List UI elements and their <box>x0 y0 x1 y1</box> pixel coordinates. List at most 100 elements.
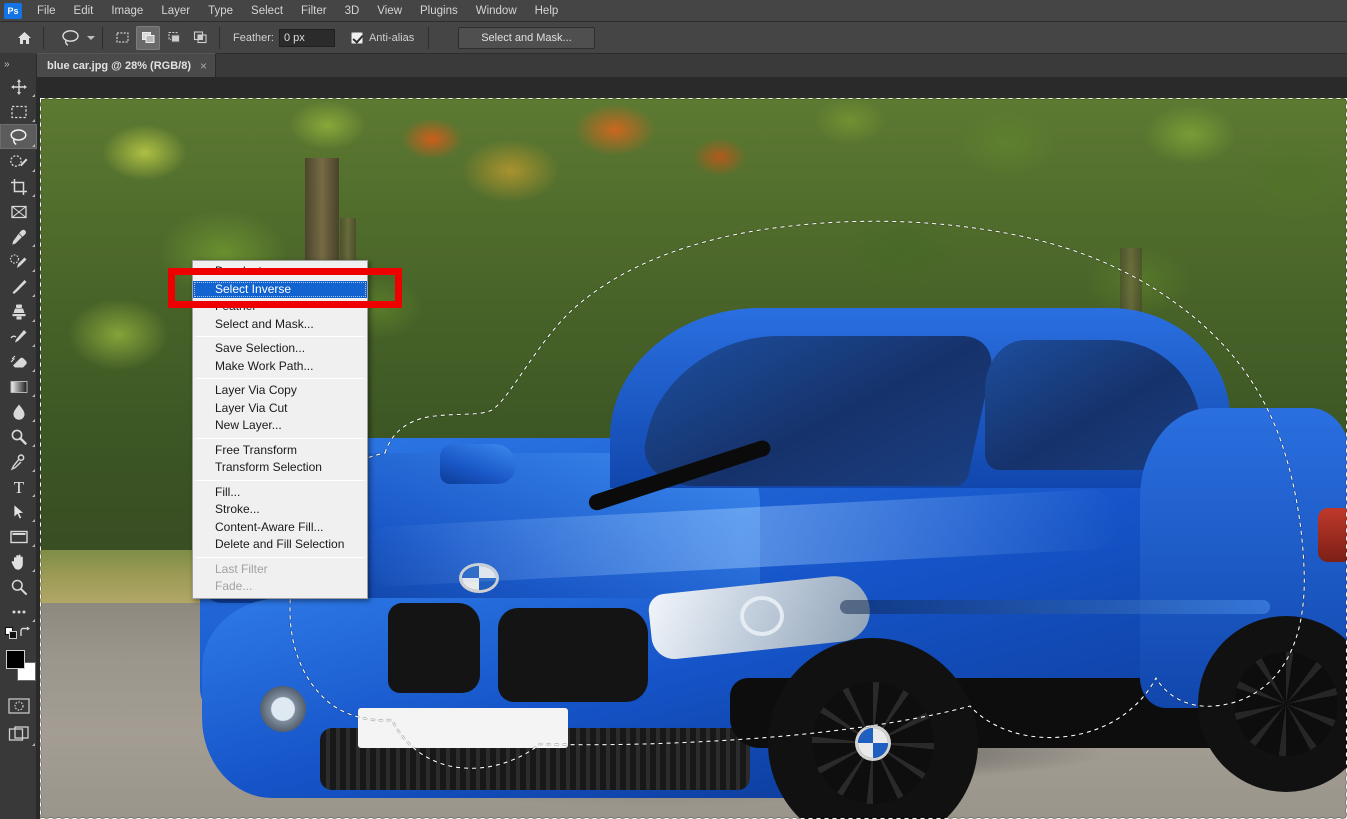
clone-stamp-tool[interactable] <box>0 299 37 324</box>
intersect-with-selection-button[interactable] <box>188 26 212 50</box>
car-tail-light <box>1318 508 1347 562</box>
frame-tool[interactable] <box>0 199 37 224</box>
context-menu-item-save-selection[interactable]: Save Selection... <box>193 340 367 358</box>
menu-item-window[interactable]: Window <box>467 0 526 22</box>
zoom-tool[interactable] <box>0 574 37 599</box>
tool-expand-triangle <box>32 94 35 97</box>
menu-item-view[interactable]: View <box>368 0 411 22</box>
options-divider-3 <box>219 26 220 49</box>
photoshop-logo: Ps <box>4 2 22 19</box>
context-menu-item-content-aware-fill[interactable]: Content-Aware Fill... <box>193 519 367 537</box>
menu-item-select[interactable]: Select <box>242 0 292 22</box>
add-to-selection-button[interactable] <box>136 25 160 50</box>
feather-label: Feather: <box>233 31 274 44</box>
screen-mode-icon[interactable] <box>0 720 37 748</box>
rectangular-marquee-tool[interactable] <box>0 99 37 124</box>
context-menu-item-make-work-path[interactable]: Make Work Path... <box>193 358 367 376</box>
lasso-tool-icon <box>57 26 85 50</box>
hand-tool[interactable] <box>0 549 37 574</box>
context-menu-item-layer-via-copy[interactable]: Layer Via Copy <box>193 382 367 400</box>
context-menu-item-select-and-mask[interactable]: Select and Mask... <box>193 316 367 334</box>
context-menu-item-select-inverse[interactable]: Select Inverse <box>193 280 367 298</box>
expand-toolbar-button[interactable]: » <box>0 54 36 74</box>
brush-tool[interactable] <box>0 274 37 299</box>
gradient-tool[interactable] <box>0 374 37 399</box>
edit-toolbar-button[interactable] <box>0 599 37 624</box>
menu-item-help[interactable]: Help <box>526 0 568 22</box>
context-menu-item-fade: Fade... <box>215 579 253 593</box>
context-menu-item-free-transform[interactable]: Free Transform <box>193 442 367 460</box>
anti-alias-checkbox[interactable]: Anti-alias <box>350 31 414 44</box>
menu-item-image[interactable]: Image <box>102 0 152 22</box>
bmw-roundel-front-wheel <box>858 728 888 758</box>
menu-item-plugins[interactable]: Plugins <box>411 0 467 22</box>
tool-expand-triangle <box>32 244 35 247</box>
car-license-plate <box>358 708 568 748</box>
type-tool[interactable]: T <box>0 474 37 499</box>
history-brush-tool[interactable] <box>0 324 37 349</box>
context-menu-item-transform-selection[interactable]: Transform Selection <box>193 459 367 477</box>
menu-item-file[interactable]: File <box>28 0 65 22</box>
menu-item-type[interactable]: Type <box>199 0 242 22</box>
chevron-down-icon <box>87 35 95 40</box>
context-menu-separator <box>195 378 365 379</box>
car-rear-wheel-spokes <box>1234 652 1338 756</box>
tool-expand-triangle <box>32 419 35 422</box>
menu-item-filter[interactable]: Filter <box>292 0 336 22</box>
subtract-from-selection-button[interactable] <box>162 26 186 50</box>
tool-expand-triangle <box>32 569 35 572</box>
quick-mask-mode-icon[interactable] <box>0 692 37 720</box>
tool-expand-triangle <box>32 144 35 147</box>
context-menu-separator <box>195 556 365 558</box>
selection-mode-group <box>110 25 212 50</box>
context-menu-item-delete-and-fill[interactable]: Delete and Fill Selection <box>193 536 367 554</box>
path-selection-tool[interactable] <box>0 499 37 524</box>
context-menu-item-fill[interactable]: Fill... <box>193 484 367 502</box>
select-and-mask-button[interactable]: Select and Mask... <box>458 26 595 49</box>
tool-expand-triangle <box>32 444 35 447</box>
tool-expand-triangle <box>32 544 35 547</box>
menu-item-layer[interactable]: Layer <box>152 0 199 22</box>
car-side-mirror <box>440 444 516 484</box>
pen-tool[interactable] <box>0 449 37 474</box>
tool-expand-triangle <box>32 194 35 197</box>
document-tab[interactable]: blue car.jpg @ 28% (RGB/8) × <box>37 53 216 77</box>
selection-context-menu[interactable]: Deselect Select Inverse Feather Select a… <box>192 260 368 599</box>
tool-expand-triangle <box>32 519 35 522</box>
home-icon[interactable] <box>12 26 36 50</box>
close-icon[interactable]: × <box>200 60 207 72</box>
checkbox-icon <box>350 31 363 44</box>
blur-tool[interactable] <box>0 399 37 424</box>
tool-expand-triangle <box>32 344 35 347</box>
options-divider-2 <box>102 26 103 49</box>
context-menu-item-deselect[interactable]: Deselect <box>193 263 367 281</box>
spot-healing-brush-tool[interactable] <box>0 249 37 274</box>
tools-panel: » T <box>0 54 37 819</box>
tool-expand-triangle <box>32 743 35 746</box>
default-colors-icon[interactable] <box>5 627 18 640</box>
crop-tool[interactable] <box>0 174 37 199</box>
context-menu-item-new-layer[interactable]: New Layer... <box>193 417 367 435</box>
options-divider-4 <box>428 26 430 49</box>
rectangle-tool[interactable] <box>0 524 37 549</box>
eyedropper-tool[interactable] <box>0 224 37 249</box>
eraser-tool[interactable] <box>0 349 37 374</box>
context-menu-item-feather[interactable]: Feather <box>193 298 367 316</box>
foreground-color-swatch[interactable] <box>6 650 25 669</box>
object-selection-tool[interactable] <box>0 149 37 174</box>
dodge-tool[interactable] <box>0 424 37 449</box>
lasso-tool[interactable] <box>0 124 37 149</box>
move-tool[interactable] <box>0 74 37 99</box>
swap-colors-icon[interactable] <box>18 626 32 643</box>
context-menu-item-layer-via-cut[interactable]: Layer Via Cut <box>193 400 367 418</box>
feather-input[interactable] <box>278 28 335 47</box>
tool-preset-picker[interactable] <box>57 26 95 50</box>
new-selection-button[interactable] <box>110 26 134 50</box>
svg-text:T: T <box>13 478 24 496</box>
tool-expand-triangle <box>32 619 35 622</box>
menu-bar: Ps File Edit Image Layer Type Select Fil… <box>0 0 1347 22</box>
context-menu-item-stroke[interactable]: Stroke... <box>193 501 367 519</box>
menu-item-edit[interactable]: Edit <box>65 0 103 22</box>
menu-item-3d[interactable]: 3D <box>336 0 369 22</box>
tool-expand-triangle <box>32 269 35 272</box>
